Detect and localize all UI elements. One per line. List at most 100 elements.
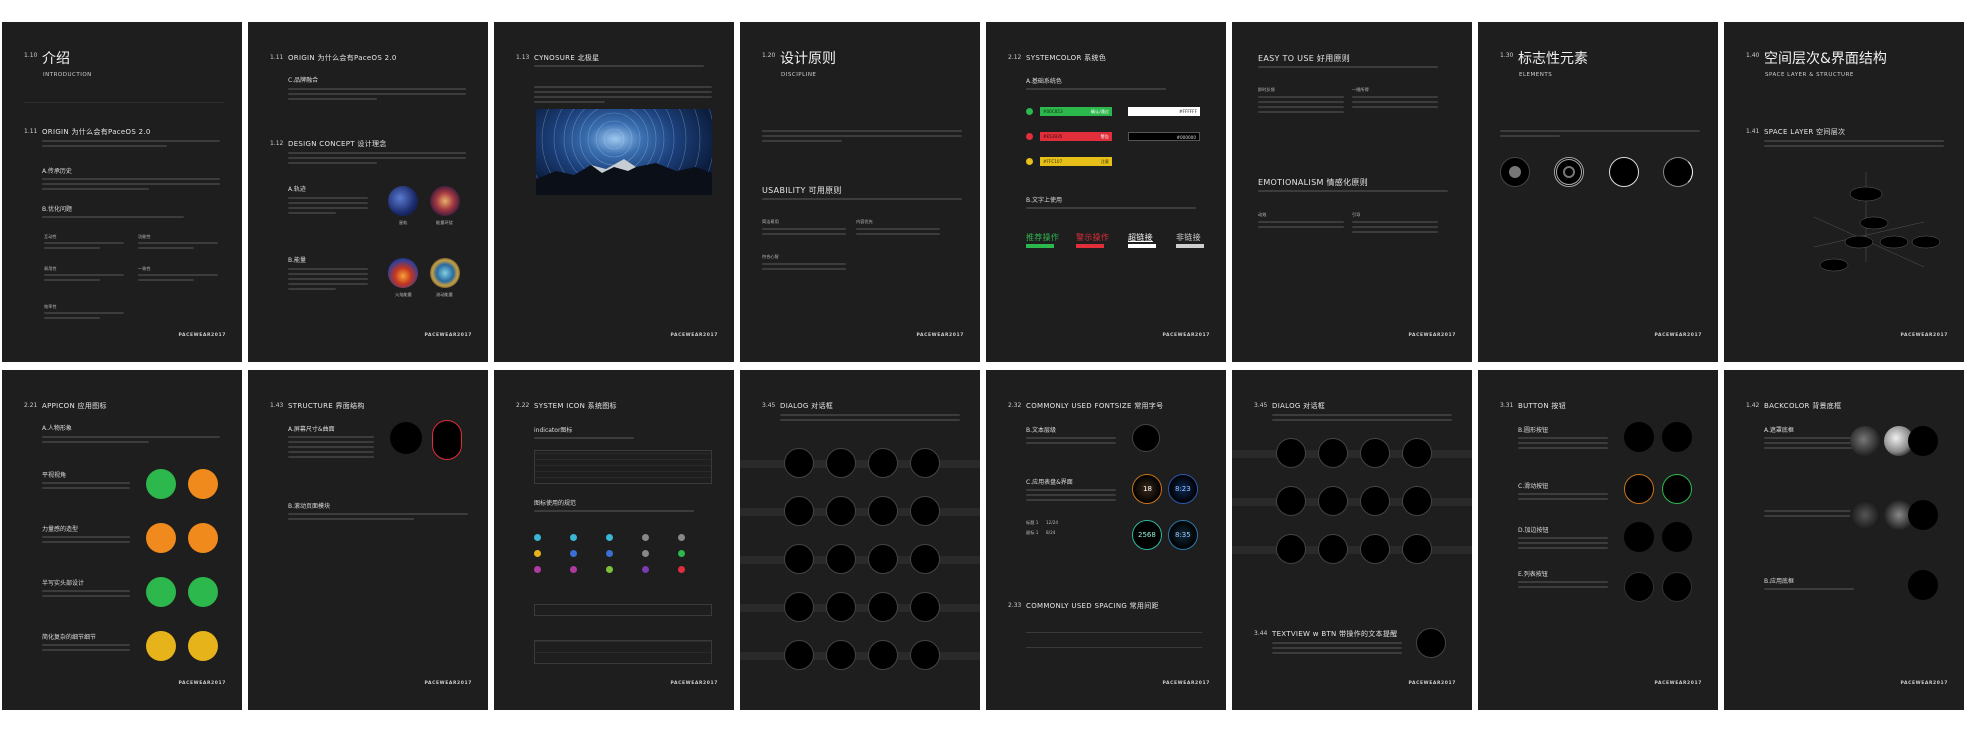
page-title: STRUCTURE 界面结构 [288,402,365,410]
watch-face-orange: 18 [1132,474,1162,504]
running-icon [146,469,176,499]
page-dialog: 3.45 DIALOG 对话框 [740,370,980,710]
dialog-band [740,556,980,564]
body-text [288,436,374,461]
footer-brand: PACEWEAR2017 [1162,333,1210,338]
non-link-text: 非链接 [1176,233,1201,242]
energy-ring-image [430,186,460,216]
dialog-watch-sample [826,448,856,478]
dialog-watch-sample [910,496,940,526]
section-title: ORIGIN 为什么会有PaceOS 2.0 [42,128,151,136]
body-text [1258,190,1448,195]
page-title: SYSTEMCOLOR 系统色 [1026,54,1107,62]
flow-energy-image [430,258,460,288]
page-subtitle: SPACE LAYER & STRUCTURE [1765,72,1854,78]
element-arc-icon [1663,157,1693,187]
body-text [762,263,846,273]
dialog-watch-sample [784,496,814,526]
page-number: 3.31 [1500,402,1514,409]
footer-brand: PACEWEAR2017 [178,681,226,686]
heading-b: 图标使用的规范 [534,500,577,507]
color-bar-red: #E53935 警告 [1040,132,1112,141]
body-text [44,312,124,322]
list-button-watch [1624,572,1654,602]
page-title: COMMONLY USED FONTSIZE 常用字号 [1026,402,1164,410]
icon-heading: 半写实头部设计 [42,580,85,587]
page-easy-to-use: EASY TO USE 好用原则 即时反馈 一眼所得 EMOTIONALISM … [1232,22,1472,362]
icon-table [534,640,712,664]
page-number: 1.11 [270,54,284,61]
dialog-watch-sample [910,448,940,478]
body-text [288,513,468,523]
page-number: 1.42 [1746,402,1760,409]
page-number: 1.43 [270,402,284,409]
page-title: CYNOSURE 北极星 [534,54,600,62]
watch-time: 18 [1143,485,1152,493]
divider [24,102,224,103]
body-text [1026,489,1116,504]
dialog-watch-sample [910,544,940,574]
footer-brand: PACEWEAR2017 [670,681,718,686]
swatch [1176,244,1204,248]
dialog-band [740,652,980,660]
dialog-watch-sample [784,448,814,478]
footer-brand: PACEWEAR2017 [1900,681,1948,686]
swimming-icon [188,523,218,553]
principle-label: 符合心智 [762,254,779,259]
page-discipline: 1.20 设计原则 DISCIPLINE USABILITY 可用原则 简洁易用… [740,22,980,362]
body-text [288,268,368,293]
section-title: EMOTIONALISM 情感化原则 [1258,178,1368,187]
running-icon [146,577,176,607]
color-bar-black: #000000 [1128,132,1200,141]
mask-sample [1850,426,1880,456]
color-bar-yellow: #FFC107 注意 [1040,157,1112,166]
label-consistency: 一致性 [138,266,151,271]
dialog-watch-sample [868,640,898,670]
close-icon [1026,133,1033,140]
body-text [534,510,694,515]
size-label: 标题 1 [1026,520,1039,525]
section-title: COMMONLY USED SPACING 常用间距 [1026,602,1159,610]
page-number: 3.45 [1254,402,1268,409]
dialog-watch-sample [784,592,814,622]
walking-icon [188,577,218,607]
page-number: 1.40 [1746,52,1760,59]
body-text [1026,88,1166,93]
body-text [42,178,220,193]
heading-a: A.基础系统色 [1026,78,1062,85]
hex-label: #000000 [1176,135,1197,140]
body-text [1518,493,1608,503]
dialog-band [740,604,980,612]
body-text [1258,221,1344,231]
caption: 星轨 [399,220,408,225]
body-text [780,414,960,424]
watch-time: 8:23 [1175,485,1191,493]
dialog-watch-sample [784,640,814,670]
size-value: 12/24 [1046,520,1059,525]
dialog-band [1232,450,1472,458]
heading-b: C.滑动按钮 [1518,483,1549,490]
footer-brand: PACEWEAR2017 [1654,681,1702,686]
page-title: 标志性元素 [1518,51,1588,67]
curved-screen-icon [432,420,462,460]
section-title: SPACE LAYER 空间层次 [1764,128,1846,136]
app-background-sample [1908,570,1938,600]
heading-a: A.屏幕尺寸&曲面 [288,426,335,433]
circle-buttons-watch [1662,422,1692,452]
page-elements: 1.30 标志性元素 ELEMENTS PACEWEAR2017 [1478,22,1718,362]
watch-time: 8:35 [1175,531,1191,539]
heading-a: A.遮罩底框 [1764,427,1794,434]
footer-brand: PACEWEAR2017 [1654,333,1702,338]
body-text [534,86,712,106]
body-text [288,152,466,167]
flame-energy-image [388,258,418,288]
dialog-watch-sample [868,592,898,622]
heading-b: C.应用表盘&界面 [1026,479,1073,486]
body-text [1518,537,1608,552]
heading-b: B.滚动页面模块 [288,503,331,510]
body-text [1500,130,1700,140]
round-screen-icon [390,422,422,454]
body-text [42,482,130,492]
icon-heading: 平视视角 [42,472,67,479]
body-text [1258,66,1438,71]
